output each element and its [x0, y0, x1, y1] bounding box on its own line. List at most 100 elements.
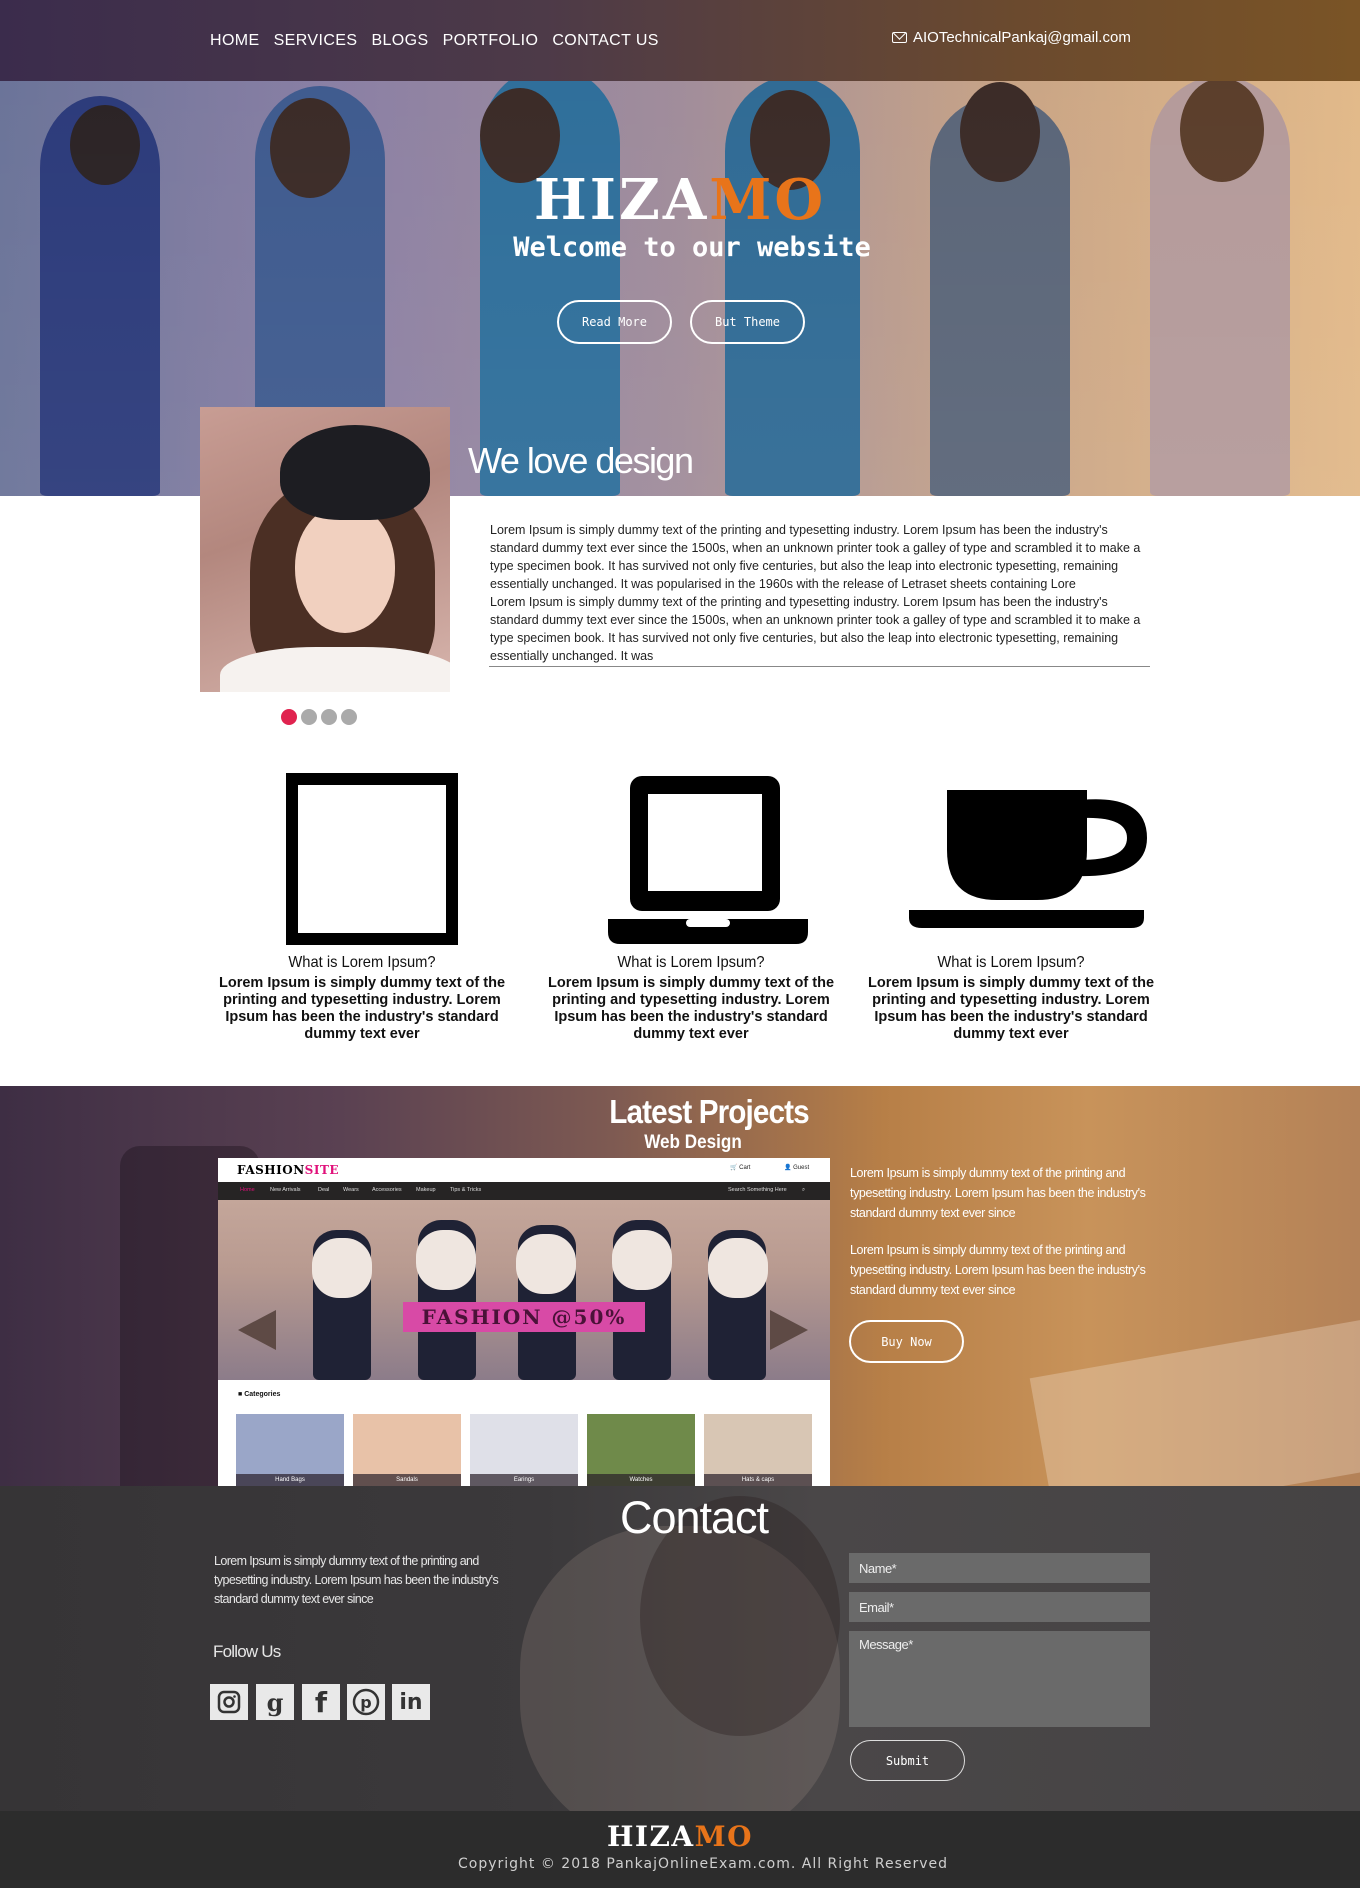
- slider-dot[interactable]: [301, 709, 317, 725]
- mock-nav-item: Deal: [318, 1187, 330, 1193]
- mock-search: Search Something Here: [728, 1187, 787, 1193]
- instagram-icon[interactable]: [210, 1684, 248, 1720]
- mock-navbar: Home New Arrivals Deal Wears Accessories…: [218, 1182, 830, 1200]
- mock-category-tile[interactable]: Hand Bags: [236, 1414, 344, 1486]
- top-navbar: HOME SERVICES BLOGS PORTFOLIO CONTACT US…: [0, 0, 1360, 81]
- mock-nav-item: Tips & Tricks: [450, 1187, 482, 1193]
- mock-prev-arrow[interactable]: [238, 1310, 276, 1350]
- slider-dot[interactable]: [321, 709, 337, 725]
- nav-portfolio[interactable]: PORTFOLIO: [443, 32, 539, 50]
- feature-title: What is Lorem Ipsum?: [288, 954, 436, 971]
- about-paragraph-1: Lorem Ipsum is simply dummy text of the …: [490, 523, 1141, 591]
- nav-home[interactable]: HOME: [210, 32, 260, 50]
- hero-brand-logo: HIZAMO: [0, 172, 1360, 228]
- projects-subtitle: Web Design: [644, 1132, 742, 1153]
- mock-category-tile[interactable]: Earings: [470, 1414, 578, 1486]
- about-text: Lorem Ipsum is simply dummy text of the …: [490, 521, 1150, 665]
- nav-blogs[interactable]: BLOGS: [371, 32, 428, 50]
- about-portrait-image: [200, 407, 450, 692]
- mock-category-tile[interactable]: Sandals: [353, 1414, 461, 1486]
- mock-banner: [218, 1200, 830, 1380]
- mock-banner-badge: FASHION @50%: [403, 1302, 645, 1332]
- submit-button[interactable]: Submit: [850, 1740, 965, 1781]
- brand-part-orange: MO: [709, 167, 827, 233]
- nav-services[interactable]: SERVICES: [274, 32, 358, 50]
- linkedin-icon[interactable]: in: [392, 1684, 430, 1720]
- contact-title: Contact: [619, 1492, 769, 1543]
- feature-title: What is Lorem Ipsum?: [617, 954, 765, 971]
- read-more-button[interactable]: Read More: [557, 300, 672, 344]
- portrait-face: [295, 505, 395, 633]
- mock-category-tile[interactable]: Hats & caps: [704, 1414, 812, 1486]
- mock-guest: 👤 Guest: [784, 1165, 810, 1171]
- about-divider: [489, 666, 1150, 667]
- feature-title: What is Lorem Ipsum?: [937, 954, 1085, 971]
- mock-logo-part2: SITE: [304, 1163, 340, 1177]
- feature-text: Lorem Ipsum is simply dummy text of the …: [867, 975, 1155, 1042]
- about-paragraph-2: Lorem Ipsum is simply dummy text of the …: [490, 595, 1141, 663]
- mock-cart: 🛒 Cart: [730, 1165, 751, 1171]
- mock-cart-label: Cart: [739, 1165, 751, 1171]
- coffee-cup-icon: [909, 790, 1147, 928]
- mock-nav-item: Makeup: [416, 1187, 436, 1193]
- copyright-text: Copyright © 2018 PankajOnlineExam.com. A…: [458, 1856, 949, 1872]
- mock-nav-item: Home: [240, 1187, 255, 1193]
- pinterest-icon[interactable]: p: [347, 1684, 385, 1720]
- hero-tagline: Welcome to our website: [513, 232, 871, 263]
- main-nav: HOME SERVICES BLOGS PORTFOLIO CONTACT US: [210, 32, 659, 50]
- mock-category-label: Watches: [587, 1474, 695, 1486]
- brand-part-white: HIZA: [533, 167, 710, 233]
- mock-model-top: [612, 1230, 672, 1290]
- about-title: We love design: [468, 440, 694, 481]
- mock-guest-label: Guest: [793, 1165, 810, 1171]
- nav-contact-us[interactable]: CONTACT US: [552, 32, 659, 50]
- envelope-icon: [892, 32, 907, 43]
- facebook-icon[interactable]: f: [302, 1684, 340, 1720]
- slider-dots: [281, 709, 357, 725]
- projects-text-1: Lorem Ipsum is simply dummy text of the …: [850, 1166, 1146, 1220]
- mock-category-label: Hats & caps: [704, 1474, 812, 1486]
- mock-category-label: Earings: [470, 1474, 578, 1486]
- mock-logo: FASHIONSITE: [237, 1163, 339, 1177]
- google-plus-icon[interactable]: g: [256, 1684, 294, 1720]
- mock-category-label: Sandals: [353, 1474, 461, 1486]
- pinterest-glyph: p: [352, 1688, 380, 1716]
- buy-theme-button[interactable]: But Theme: [690, 300, 805, 344]
- mock-logo-part1: FASHION: [237, 1163, 305, 1177]
- svg-text:p: p: [360, 1693, 371, 1712]
- contact-text: Lorem Ipsum is simply dummy text of the …: [214, 1554, 499, 1606]
- slider-dot-active[interactable]: [281, 709, 297, 725]
- project-preview-mockup[interactable]: FASHIONSITE 🛒 Cart 👤 Guest Home New Arri…: [218, 1158, 830, 1486]
- slider-dot[interactable]: [341, 709, 357, 725]
- mock-nav-item: New Arrivals: [270, 1187, 301, 1193]
- portrait-hat: [280, 425, 430, 520]
- projects-bg-book: [1029, 1315, 1360, 1486]
- mock-category-tile[interactable]: Watches: [587, 1414, 695, 1486]
- footer-brand-part-orange: MO: [694, 1820, 754, 1853]
- mock-model-top: [708, 1238, 768, 1298]
- projects-title: Latest Projects: [609, 1093, 809, 1130]
- mock-search-icon: ⌕: [802, 1187, 806, 1193]
- mock-next-arrow[interactable]: [770, 1310, 808, 1350]
- mock-category-label: Hand Bags: [236, 1474, 344, 1486]
- square-icon: [286, 773, 458, 945]
- mock-categories-title: ■ Categories: [238, 1391, 281, 1398]
- follow-us-label: Follow Us: [213, 1642, 281, 1661]
- name-field[interactable]: [849, 1553, 1150, 1583]
- footer-brand-logo: HIZAMO: [0, 1820, 1360, 1853]
- mock-nav-item: Accessories: [372, 1187, 402, 1193]
- header-email[interactable]: AIOTechnicalPankaj@gmail.com: [892, 29, 1131, 46]
- mock-model-top: [416, 1230, 476, 1290]
- email-field[interactable]: [849, 1592, 1150, 1622]
- message-field[interactable]: [849, 1631, 1150, 1727]
- mock-nav-item: Wears: [343, 1187, 359, 1193]
- instagram-glyph: [217, 1690, 241, 1714]
- laptop-icon: [608, 776, 808, 944]
- mock-model-top: [516, 1234, 576, 1294]
- feature-text: Lorem Ipsum is simply dummy text of the …: [218, 975, 506, 1042]
- mock-model-top: [312, 1238, 372, 1298]
- footer-brand-part-white: HIZA: [606, 1820, 695, 1853]
- mock-categories-label: Categories: [244, 1391, 281, 1398]
- buy-now-button[interactable]: Buy Now: [849, 1320, 964, 1363]
- feature-text: Lorem Ipsum is simply dummy text of the …: [547, 975, 835, 1042]
